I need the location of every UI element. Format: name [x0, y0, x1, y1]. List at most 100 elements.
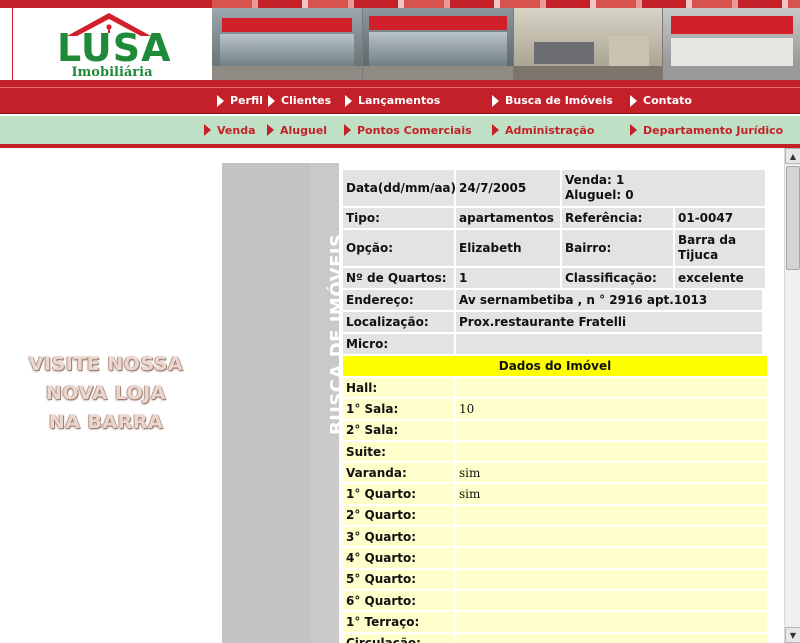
scrollbar-thumb[interactable]: [786, 166, 800, 270]
page-scrollbar[interactable]: ▲ ▼: [784, 148, 800, 643]
dados-row: Circulação:: [343, 633, 767, 643]
dados-field-value: 10: [456, 399, 767, 419]
dados-field-label: Hall:: [343, 378, 454, 398]
dados-row: 4° Quarto:: [343, 548, 767, 568]
arrow-right-icon: [267, 124, 274, 136]
dados-field-label: 3° Quarto:: [343, 527, 454, 547]
classificacao-label: Classificação:: [562, 268, 673, 288]
arrow-right-icon: [630, 124, 637, 136]
date-label: Data(dd/mm/aa):: [343, 170, 461, 206]
dados-field-label: 5° Quarto:: [343, 569, 454, 589]
dados-field-value: [456, 420, 767, 440]
details-row: Data(dd/mm/aa): 24/7/2005 Venda: 1 Alugu…: [343, 170, 767, 206]
nav-perfil[interactable]: Perfil: [217, 88, 263, 113]
bairro-label: Bairro:: [562, 230, 673, 266]
header-divider: [0, 80, 800, 87]
dados-field-label: 1° Terraço:: [343, 612, 454, 632]
dados-field-value: [456, 569, 767, 589]
nav-departamento-juridico[interactable]: Departamento Jurídico: [630, 116, 783, 144]
store-photo: [212, 8, 362, 80]
arrow-right-icon: [217, 94, 224, 107]
referencia-label: Referência:: [562, 208, 673, 228]
dados-field-label: 2° Quarto:: [343, 505, 454, 526]
nav-administracao[interactable]: Administração: [492, 116, 594, 144]
localizacao-value: Prox.restaurante Fratelli: [456, 312, 762, 332]
date-value: 24/7/2005: [456, 170, 560, 206]
scroll-down-icon[interactable]: ▼: [785, 627, 800, 643]
dados-field-value: sim: [456, 463, 767, 483]
dados-row: 1° Terraço:: [343, 612, 767, 632]
details-row: Nº de Quartos: 1 Classificação: excelent…: [343, 268, 767, 288]
dados-field-value: [456, 590, 767, 611]
dados-list: Hall: 1° Sala: 10 2° Sala: Suite: Varanda: sim…: [343, 378, 767, 643]
dados-field-label: 4° Quarto:: [343, 548, 454, 568]
arrow-right-icon: [344, 124, 351, 136]
nav-clientes[interactable]: Clientes: [268, 88, 331, 113]
micro-label: Micro:: [343, 334, 454, 354]
nav-contato[interactable]: Contato: [630, 88, 692, 113]
promo-line: NA BARRA: [48, 411, 164, 433]
quartos-value: 1: [456, 268, 560, 288]
bairro-value: Barra da Tijuca: [675, 230, 765, 266]
dados-row: 3° Quarto:: [343, 527, 767, 547]
promo-line: NOVA LOJA: [45, 382, 167, 404]
logo[interactable]: LUSA Imobiliária: [12, 8, 212, 80]
nav-busca-imoveis[interactable]: Busca de Imóveis: [492, 88, 613, 113]
referencia-value: 01-0047: [675, 208, 765, 228]
aluguel-count: Aluguel: 0: [565, 188, 634, 202]
endereco-label: Endereço:: [343, 290, 454, 310]
arrow-right-icon: [630, 94, 637, 107]
opcao-value: Elizabeth: [456, 230, 560, 266]
secondary-nav: Venda Aluguel Pontos Comerciais Administ…: [0, 114, 800, 144]
store-photo: [514, 8, 662, 80]
promo-line: VISITE NOSSA: [28, 353, 184, 375]
quartos-label: Nº de Quartos:: [343, 268, 454, 288]
dados-field-label: Varanda:: [343, 463, 454, 483]
dados-row: 1° Quarto: sim: [343, 484, 767, 504]
dados-field-label: 1° Sala:: [343, 399, 454, 419]
dados-field-value: [456, 441, 767, 462]
store-photo: [363, 8, 513, 80]
dados-field-value: [456, 505, 767, 526]
side-title-panel: [222, 163, 339, 643]
dados-field-label: 2° Sala:: [343, 420, 454, 440]
endereco-value: Av sernambetiba , n ° 2916 apt.1013: [456, 290, 762, 310]
dados-row: 5° Quarto:: [343, 569, 767, 589]
dados-field-label: 1° Quarto:: [343, 484, 454, 504]
arrow-right-icon: [492, 94, 499, 107]
nav-aluguel[interactable]: Aluguel: [267, 116, 327, 144]
details-row: Localização: Prox.restaurante Fratelli: [343, 312, 767, 332]
localizacao-label: Localização:: [343, 312, 454, 332]
dados-row: 2° Sala:: [343, 420, 767, 440]
logo-word: LUSA: [57, 26, 172, 70]
venda-aluguel-cell: Venda: 1 Aluguel: 0: [562, 170, 765, 206]
micro-value: [456, 334, 762, 354]
promo-banner[interactable]: VISITE NOSSA NOVA LOJA NA BARRA: [0, 350, 212, 437]
scroll-up-icon[interactable]: ▲: [785, 148, 800, 164]
dados-row: Suite:: [343, 441, 767, 462]
classificacao-value: excelente: [675, 268, 765, 288]
nav-venda[interactable]: Venda: [204, 116, 256, 144]
venda-count: Venda: 1: [565, 173, 625, 187]
details-row: Endereço: Av sernambetiba , n ° 2916 apt…: [343, 290, 767, 310]
nav-lancamentos[interactable]: Lançamentos: [345, 88, 440, 113]
dados-field-value: [456, 612, 767, 632]
store-photo: [663, 8, 800, 80]
dados-field-value: [456, 378, 767, 398]
dados-row: 1° Sala: 10: [343, 399, 767, 419]
store-photos: [212, 8, 800, 80]
logo-subtitle: Imobiliária: [71, 65, 153, 80]
details-row: Tipo: apartamentos Referência: 01-0047: [343, 208, 767, 228]
nav-pontos-comerciais[interactable]: Pontos Comerciais: [344, 116, 472, 144]
dados-heading: Dados do Imóvel: [343, 356, 767, 376]
arrow-right-icon: [345, 94, 352, 107]
tipo-value: apartamentos: [456, 208, 560, 228]
dados-field-label: Suite:: [343, 441, 454, 462]
dados-field-value: [456, 527, 767, 547]
arrow-right-icon: [268, 94, 275, 107]
nav-divider: [0, 144, 800, 148]
dados-row: 6° Quarto:: [343, 590, 767, 611]
dados-field-value: sim: [456, 484, 767, 504]
arrow-right-icon: [492, 124, 499, 136]
details-row: Opção: Elizabeth Bairro: Barra da Tijuca: [343, 230, 767, 266]
